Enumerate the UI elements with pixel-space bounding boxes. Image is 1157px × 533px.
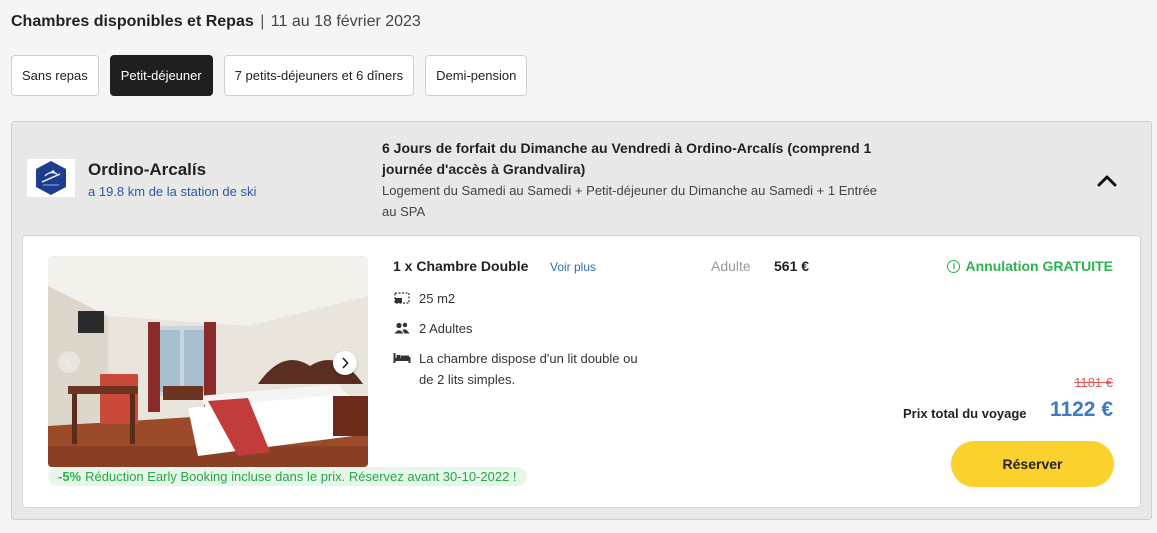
collapse-toggle[interactable] (1094, 170, 1120, 192)
tab-demi-pension[interactable]: Demi-pension (425, 55, 528, 96)
area-icon (393, 290, 411, 306)
feature-area-text: 25 m2 (419, 291, 456, 306)
meal-plan-tabs: Sans repas Petit-déjeuner 7 petits-déjeu… (11, 55, 528, 96)
room-title: 1 x Chambre Double (393, 258, 529, 274)
chevron-right-icon (342, 357, 349, 369)
free-cancellation: i Annulation GRATUITE (947, 258, 1113, 274)
tab-petit-dejeuner[interactable]: Petit-déjeuner (109, 55, 213, 96)
info-icon: i (947, 259, 961, 273)
feature-area: 25 m2 (393, 290, 455, 309)
chevron-left-icon (65, 356, 72, 368)
total-price-label: Prix total du voyage (903, 406, 1027, 421)
feature-bed: La chambre dispose d'un lit double ou de… (393, 350, 653, 390)
stay-dates: 11 au 18 février 2023 (270, 13, 421, 30)
page-title: Chambres disponibles et Repas | 11 au 18… (11, 13, 421, 31)
tab-sans-repas[interactable]: Sans repas (11, 55, 99, 96)
cancellation-free: GRATUITE (1042, 258, 1113, 274)
bed-icon (393, 350, 411, 366)
hotel-distance: a 19.8 km de la station de ski (88, 184, 257, 199)
package-info: 6 Jours de forfait du Dimanche au Vendre… (382, 138, 882, 222)
original-price: 1181 € (1074, 375, 1113, 390)
package-title: 6 Jours de forfait du Dimanche au Vendre… (382, 140, 872, 177)
package-description: Logement du Samedi au Samedi + Petit-déj… (382, 183, 878, 219)
promo-percent: -5% (58, 469, 82, 484)
room-offer: -5% Réduction Early Booking incluse dans… (22, 235, 1141, 508)
hotel-card: Ordino-Arcalís a 19.8 km de la station d… (11, 121, 1152, 520)
early-booking-badge: -5% Réduction Early Booking incluse dans… (48, 467, 527, 486)
total-price-value: 1122 € (1049, 398, 1113, 421)
tab-petits-dejeuners-diners[interactable]: 7 petits-déjeuners et 6 dîners (223, 55, 415, 96)
promo-text: Réduction Early Booking incluse dans le … (85, 469, 517, 484)
hotel-name: Ordino-Arcalís (88, 160, 207, 179)
cancellation-prefix: Annulation (965, 258, 1039, 274)
adult-price-value: 561 € (774, 258, 810, 274)
feature-bed-text: La chambre dispose d'un lit double ou de… (419, 351, 638, 387)
chevron-up-icon (1097, 175, 1117, 187)
room-photo (48, 256, 368, 467)
photo-prev-button[interactable] (58, 351, 80, 373)
reserve-button[interactable]: Réserver (951, 441, 1114, 487)
title-separator: | (260, 13, 265, 30)
feature-occupancy: 2 Adultes (393, 320, 473, 339)
people-icon (393, 320, 411, 336)
page-title-text: Chambres disponibles et Repas (11, 13, 254, 30)
feature-occupancy-text: 2 Adultes (419, 321, 473, 336)
photo-next-button[interactable] (333, 351, 357, 375)
ski-resort-logo (27, 159, 75, 197)
voir-plus-link[interactable]: Voir plus (550, 260, 596, 274)
adult-price-label: Adulte (711, 258, 751, 274)
